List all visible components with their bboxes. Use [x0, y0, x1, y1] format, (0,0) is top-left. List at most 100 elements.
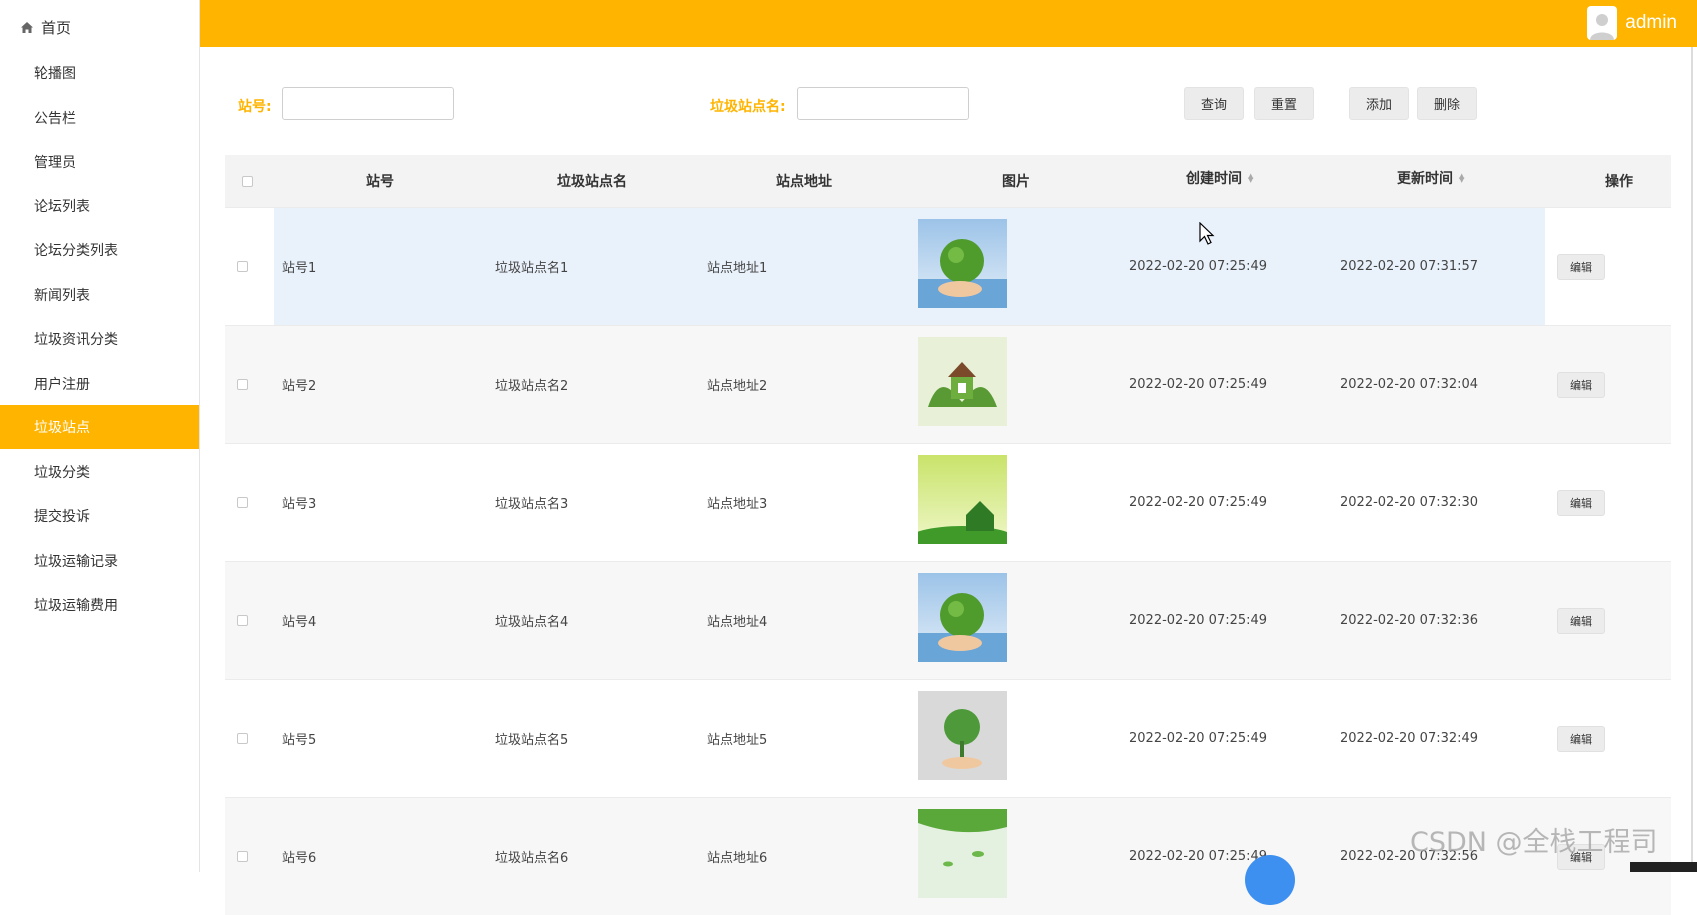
home-icon [21, 21, 33, 33]
station-name-label: 垃圾站点名: [710, 99, 786, 115]
house-in-hands-image [918, 337, 1007, 426]
cell-updated: 2022-02-20 07:32:49 [1340, 731, 1479, 746]
cell-created: 2022-02-20 07:25:49 [1129, 849, 1268, 864]
sidebar-item-label: 垃圾运输费用 [34, 598, 118, 614]
table-row[interactable]: 站号3 垃圾站点名3 站点地址3 2022-02-20 07:25:49 202… [225, 443, 1671, 561]
cell-created: 2022-02-20 07:25:49 [1129, 731, 1268, 746]
cell-address: 站点地址4 [707, 615, 768, 630]
tree-in-hand-image [918, 691, 1007, 780]
edit-button[interactable]: 编辑 [1557, 608, 1605, 634]
sidebar-item-submit-complaint[interactable]: 提交投诉 [0, 494, 199, 538]
cell-created: 2022-02-20 07:25:49 [1129, 613, 1268, 628]
header-updated[interactable]: 更新时间 ▲ ▼ [1397, 152, 1464, 204]
cell-station-no: 站号5 [282, 733, 317, 748]
sidebar-item-admins[interactable]: 管理员 [0, 140, 199, 184]
cell-station-name: 垃圾站点名6 [495, 851, 569, 866]
cell-created: 2022-02-20 07:25:49 [1129, 495, 1268, 510]
sidebar-item-forum-list[interactable]: 论坛列表 [0, 184, 199, 228]
cell-updated: 2022-02-20 07:32:04 [1340, 377, 1479, 392]
sidebar-item-user-registration[interactable]: 用户注册 [0, 362, 199, 406]
cell-station-name: 垃圾站点名5 [495, 733, 569, 748]
sidebar-item-forum-categories[interactable]: 论坛分类列表 [0, 228, 199, 272]
row-checkbox[interactable] [237, 733, 248, 744]
sidebar-home[interactable]: 首页 [0, 0, 199, 54]
sidebar-item-transport-records[interactable]: 垃圾运输记录 [0, 539, 199, 583]
sidebar-item-label: 公告栏 [34, 111, 76, 127]
sort-icon: ▲ ▼ [1248, 172, 1254, 184]
cell-updated: 2022-02-20 07:31:57 [1340, 259, 1479, 274]
sidebar-home-label: 首页 [41, 18, 72, 37]
sidebar-item-transport-fees[interactable]: 垃圾运输费用 [0, 583, 199, 627]
sidebar-item-news-list[interactable]: 新闻列表 [0, 273, 199, 317]
table-row[interactable]: 站号2 垃圾站点名2 站点地址2 2022-02-20 07:25:49 202… [225, 325, 1671, 443]
cell-station-no: 站号4 [282, 615, 317, 630]
grass-house-image [918, 455, 1007, 544]
sidebar-item-waste-stations[interactable]: 垃圾站点 [0, 405, 199, 449]
row-checkbox[interactable] [237, 497, 248, 508]
globe-in-hand-image [918, 219, 1007, 308]
row-checkbox[interactable] [237, 379, 248, 390]
cell-address: 站点地址3 [707, 497, 768, 512]
reset-button[interactable]: 重置 [1254, 87, 1314, 120]
sidebar-item-label: 论坛分类列表 [34, 243, 118, 259]
edit-button[interactable]: 编辑 [1557, 490, 1605, 516]
table-header: 站号 垃圾站点名 站点地址 图片 创建时间 ▲ ▼ 更新时间 ▲ ▼ 操作 [225, 155, 1671, 207]
user-icon [1590, 14, 1615, 40]
cell-station-no: 站号2 [282, 379, 317, 394]
stations-table: 站号 垃圾站点名 站点地址 图片 创建时间 ▲ ▼ 更新时间 ▲ ▼ 操作 站号1 … [225, 155, 1671, 915]
overlay-corner [1630, 862, 1697, 872]
cell-station-name: 垃圾站点名2 [495, 379, 569, 394]
cell-address: 站点地址5 [707, 733, 768, 748]
cell-station-no: 站号1 [282, 261, 317, 276]
sidebar-item-label: 用户注册 [34, 377, 90, 393]
header-actions: 操作 [1605, 174, 1633, 190]
row-checkbox[interactable] [237, 615, 248, 626]
cell-station-name: 垃圾站点名3 [495, 497, 569, 512]
sidebar-item-label: 垃圾分类 [34, 465, 90, 481]
top-bar: admin [200, 0, 1697, 47]
sort-icon: ▲ ▼ [1459, 172, 1465, 184]
edit-button[interactable]: 编辑 [1557, 726, 1605, 752]
add-button[interactable]: 添加 [1349, 87, 1409, 120]
sidebar-item-waste-info-categories[interactable]: 垃圾资讯分类 [0, 317, 199, 361]
edit-button[interactable]: 编辑 [1557, 372, 1605, 398]
sidebar-item-label: 管理员 [34, 155, 76, 171]
row-checkbox[interactable] [237, 261, 248, 272]
row-checkbox[interactable] [237, 851, 248, 862]
sidebar-item-label: 新闻列表 [34, 288, 90, 304]
cell-station-no: 站号3 [282, 497, 317, 512]
table-row[interactable]: 站号1 垃圾站点名1 站点地址1 2022-02-20 07:25:49 202… [225, 207, 1671, 325]
sidebar-item-waste-categories[interactable]: 垃圾分类 [0, 450, 199, 494]
sidebar-item-label: 垃圾站点 [34, 420, 90, 436]
sidebar-item-carousel[interactable]: 轮播图 [0, 51, 199, 95]
edit-button[interactable]: 编辑 [1557, 254, 1605, 280]
cell-station-no: 站号6 [282, 851, 317, 866]
header-address: 站点地址 [776, 174, 832, 190]
username: admin [1625, 12, 1677, 33]
header-image: 图片 [1002, 174, 1030, 190]
cell-updated: 2022-02-20 07:32:30 [1340, 495, 1479, 510]
sidebar-item-label: 垃圾运输记录 [34, 554, 118, 570]
cell-created: 2022-02-20 07:25:49 [1129, 377, 1268, 392]
header-station-name: 垃圾站点名 [557, 174, 627, 190]
sidebar: 首页 轮播图 公告栏 管理员 论坛列表 论坛分类列表 新闻列表 垃圾资讯分类 用… [0, 0, 200, 872]
station-name-input[interactable] [797, 87, 969, 120]
user-menu[interactable]: admin [1587, 4, 1677, 42]
sidebar-item-label: 提交投诉 [34, 509, 90, 525]
floating-action-button[interactable] [1245, 855, 1295, 905]
header-created[interactable]: 创建时间 ▲ ▼ [1186, 152, 1253, 204]
mouse-cursor-icon [1199, 221, 1215, 250]
header-station-no: 站号 [366, 174, 394, 190]
table-row[interactable]: 站号4 垃圾站点名4 站点地址4 2022-02-20 07:25:49 202… [225, 561, 1671, 679]
query-button[interactable]: 查询 [1184, 87, 1244, 120]
cell-station-name: 垃圾站点名4 [495, 615, 569, 630]
sidebar-item-label: 论坛列表 [34, 199, 90, 215]
table-row[interactable]: 站号5 垃圾站点名5 站点地址5 2022-02-20 07:25:49 202… [225, 679, 1671, 797]
avatar [1587, 6, 1618, 40]
cell-address: 站点地址2 [707, 379, 768, 394]
sidebar-item-notice-board[interactable]: 公告栏 [0, 96, 199, 140]
station-no-input[interactable] [282, 87, 454, 120]
delete-button[interactable]: 删除 [1417, 87, 1477, 120]
sidebar-item-label: 轮播图 [34, 66, 76, 82]
select-all-checkbox[interactable] [242, 176, 253, 187]
